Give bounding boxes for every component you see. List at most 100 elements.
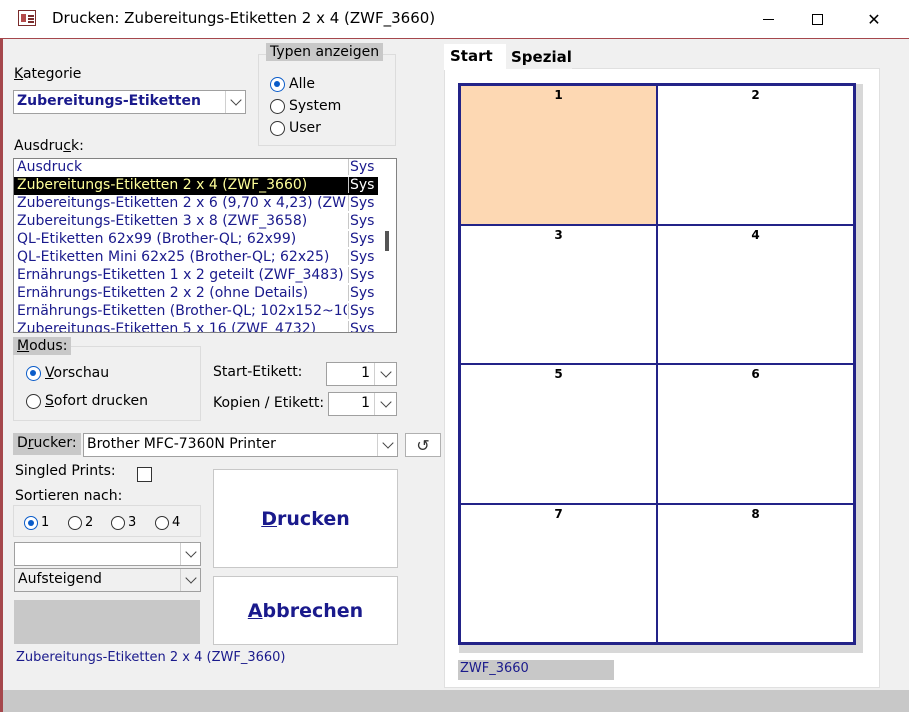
format-badge: ZWF_3660 xyxy=(458,660,614,680)
radio-icon xyxy=(26,393,41,409)
label-number: 4 xyxy=(751,227,760,242)
ausdruck-label: Ausdruck: xyxy=(14,138,84,154)
radio-selected-icon xyxy=(24,515,38,530)
label-cell-7[interactable]: 7 xyxy=(460,503,657,643)
list-item[interactable]: Zubereitungs-Etiketten 5 x 16 (ZWF_4732)… xyxy=(14,321,379,332)
start-etikett-stepper[interactable]: 1 xyxy=(326,362,397,386)
list-header-name: Ausdruck xyxy=(17,159,83,175)
list-item-type: Sys xyxy=(348,195,378,211)
list-item[interactable]: Ernährungs-Etiketten (Brother-QL; 102x15… xyxy=(14,303,379,321)
typen-option-user[interactable]: User xyxy=(270,120,321,136)
minimize-icon xyxy=(762,18,774,20)
kopien-stepper[interactable]: 1 xyxy=(328,392,397,416)
list-item-type: Sys xyxy=(348,231,378,247)
abbrechen-button[interactable]: Abbrechen xyxy=(213,576,398,645)
close-icon: ✕ xyxy=(867,9,881,29)
start-etikett-label: Start-Etikett: xyxy=(213,364,303,380)
list-item-name: QL-Etiketten 62x99 (Brother-QL; 62x99) xyxy=(17,231,297,247)
typen-option-system[interactable]: System xyxy=(270,98,341,114)
chevron-down-icon xyxy=(184,546,197,558)
label-cell-3[interactable]: 3 xyxy=(460,224,657,364)
label-number: 5 xyxy=(554,367,563,381)
typen-option-alle[interactable]: Alle xyxy=(270,76,315,92)
chevron-down-icon xyxy=(381,437,394,449)
tab-spezial-label: Spezial xyxy=(511,48,572,66)
singled-prints-checkbox[interactable] xyxy=(137,467,152,482)
sort-option-1[interactable]: 1 xyxy=(24,515,49,530)
scrollbar-thumb[interactable] xyxy=(385,231,389,251)
sort-option-2[interactable]: 2 xyxy=(68,515,93,530)
refresh-printers-button[interactable]: ↺ xyxy=(405,433,441,457)
drucker-dropdown-button[interactable] xyxy=(377,434,397,456)
label-sheet-preview: 1 2 3 4 5 6 7 8 xyxy=(458,83,856,645)
list-item-name: QL-Etiketten Mini 62x25 (Brother-QL; 62x… xyxy=(17,249,330,265)
ausdruck-list[interactable]: Ausdruck Sys Zubereitungs-Etiketten 2 x … xyxy=(13,158,397,333)
list-item[interactable]: Zubereitungs-Etiketten 2 x 4 (ZWF_3660) … xyxy=(14,177,379,195)
start-etikett-dropdown-button[interactable] xyxy=(374,363,396,385)
radio-icon xyxy=(111,515,125,530)
list-item[interactable]: QL-Etiketten Mini 62x25 (Brother-QL; 62x… xyxy=(14,249,379,267)
app-form-icon xyxy=(18,10,36,26)
tab-spezial[interactable]: Spezial xyxy=(506,47,572,69)
typen-option-label: Alle xyxy=(289,76,315,92)
list-item-name: Ernährungs-Etiketten (Brother-QL; 102x15… xyxy=(17,303,347,319)
list-item-type: Sys xyxy=(348,303,378,319)
sort-option-4[interactable]: 4 xyxy=(155,515,180,530)
label-number: 8 xyxy=(751,506,760,521)
list-item[interactable]: QL-Etiketten 62x99 (Brother-QL; 62x99) S… xyxy=(14,231,379,249)
label-number: 2 xyxy=(751,88,760,102)
modus-option-vorschau[interactable]: Vorschau xyxy=(26,365,109,381)
kategorie-combo[interactable]: Zubereitungs-Etiketten xyxy=(13,90,246,114)
drucken-button[interactable]: Drucken xyxy=(213,469,398,568)
label-cell-8[interactable]: 8 xyxy=(657,503,854,643)
typen-group-title: Typen anzeigen xyxy=(266,43,384,61)
singled-prints-label: Singled Prints: xyxy=(15,463,116,479)
maximize-button[interactable] xyxy=(789,0,845,38)
label-cell-5[interactable]: 5 xyxy=(460,364,657,504)
drucken-button-label: Drucken xyxy=(261,507,350,530)
chevron-down-icon xyxy=(229,94,242,106)
label-cell-1[interactable]: 1 xyxy=(460,85,657,225)
radio-icon xyxy=(270,120,285,136)
drucker-value: Brother MFC-7360N Printer xyxy=(87,436,276,452)
label-cell-4[interactable]: 4 xyxy=(657,224,854,364)
kategorie-dropdown-button[interactable] xyxy=(225,91,245,113)
list-scrollbar[interactable] xyxy=(378,159,396,332)
selected-format-status: Zubereitungs-Etiketten 2 x 4 (ZWF_3660) xyxy=(16,650,286,665)
label-number: 3 xyxy=(554,227,563,242)
label-cell-2[interactable]: 2 xyxy=(657,85,854,225)
close-button[interactable]: ✕ xyxy=(846,0,902,38)
sort-field-combo[interactable] xyxy=(14,542,201,566)
kopien-dropdown-button[interactable] xyxy=(374,393,396,415)
status-bar xyxy=(3,690,909,712)
sort-order-dropdown-button[interactable] xyxy=(180,569,200,591)
sort-field-dropdown-button[interactable] xyxy=(180,543,200,565)
info-placeholder-box xyxy=(14,600,200,644)
list-item-name: Ernährungs-Etiketten 1 x 2 geteilt (ZWF_… xyxy=(17,267,344,283)
window-title: Drucken: Zubereitungs-Etiketten 2 x 4 (Z… xyxy=(52,9,436,27)
label-cell-6[interactable]: 6 xyxy=(657,364,854,504)
modus-group xyxy=(13,346,201,421)
list-header-type: Sys xyxy=(348,159,378,175)
drucker-label: Drucker: xyxy=(13,433,81,455)
radio-selected-icon xyxy=(26,365,41,381)
radio-icon xyxy=(155,515,169,530)
sort-option-3[interactable]: 3 xyxy=(111,515,136,530)
modus-option-sofort[interactable]: Sofort drucken xyxy=(26,393,148,409)
sort-option-label: 3 xyxy=(128,515,137,530)
minimize-button[interactable] xyxy=(740,0,796,38)
list-item[interactable]: Zubereitungs-Etiketten 3 x 8 (ZWF_3658) … xyxy=(14,213,379,231)
sort-order-combo[interactable]: Aufsteigend xyxy=(14,568,201,592)
list-item[interactable]: Ernährungs-Etiketten 1 x 2 geteilt (ZWF_… xyxy=(14,267,379,285)
list-item-name: Zubereitungs-Etiketten 2 x 6 (9,70 x 4,2… xyxy=(17,195,347,211)
drucker-combo[interactable]: Brother MFC-7360N Printer xyxy=(83,433,398,457)
typen-option-label: User xyxy=(289,120,321,136)
label-number: 6 xyxy=(751,367,760,381)
modus-option-label: Sofort drucken xyxy=(45,393,148,409)
modus-option-label: Vorschau xyxy=(45,365,110,381)
tab-start[interactable]: Start xyxy=(444,44,506,70)
maximize-icon xyxy=(811,13,823,25)
list-item[interactable]: Zubereitungs-Etiketten 2 x 6 (9,70 x 4,2… xyxy=(14,195,379,213)
kategorie-label: Kategorie xyxy=(14,66,82,82)
list-item[interactable]: Ernährungs-Etiketten 2 x 2 (ohne Details… xyxy=(14,285,379,303)
